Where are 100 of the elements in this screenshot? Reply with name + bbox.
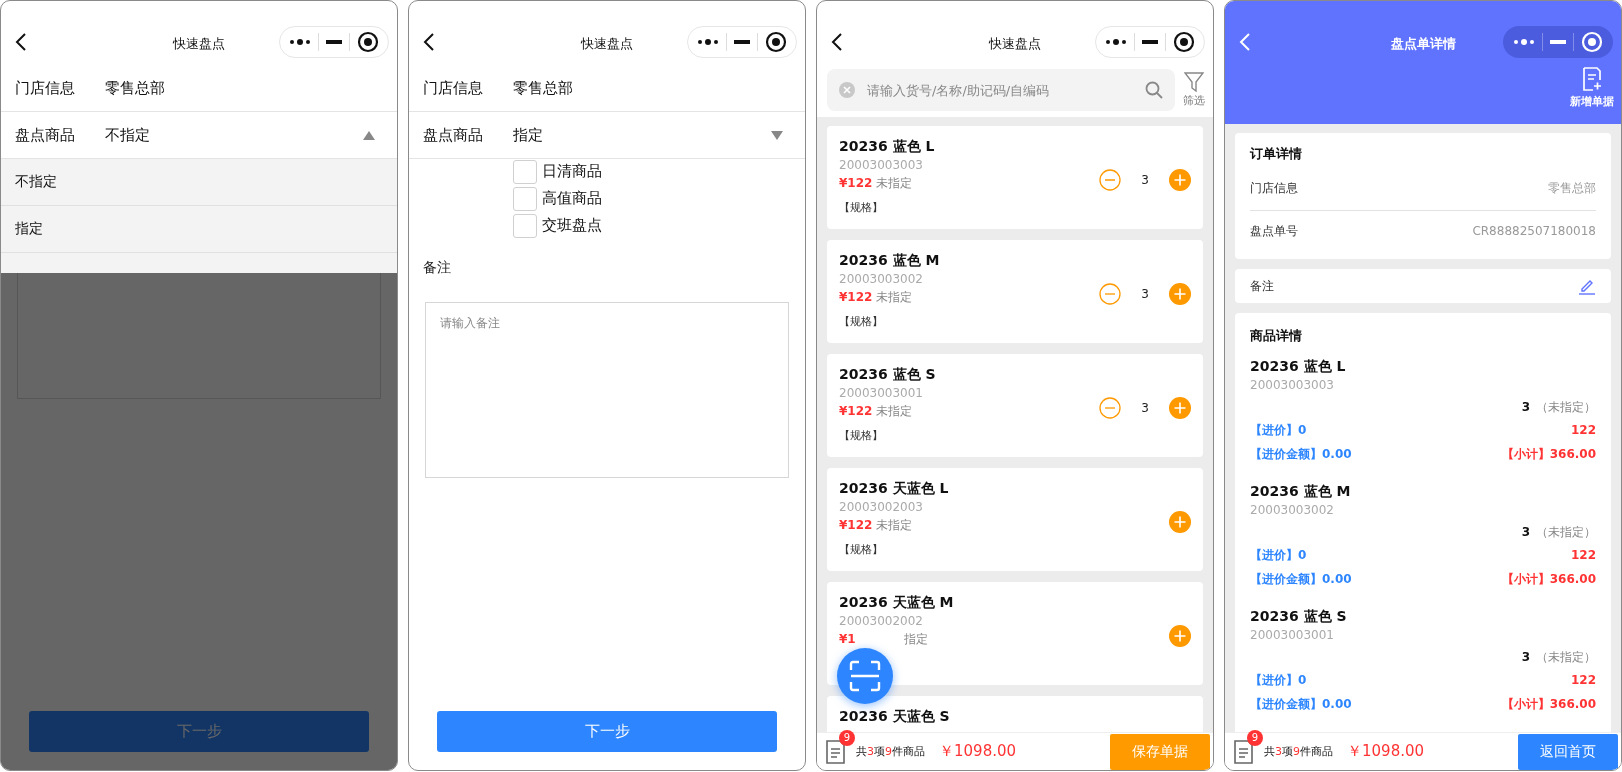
- remark-label: 备注: [1250, 277, 1274, 295]
- more-icon[interactable]: [1105, 38, 1128, 46]
- field-value[interactable]: 指定: [513, 125, 771, 145]
- checkbox[interactable]: [513, 213, 537, 238]
- product-price: ¥122: [839, 289, 873, 306]
- total-amount: ￥1098.00: [1347, 742, 1425, 761]
- product-price: ¥122: [839, 403, 873, 420]
- sale-price: 122: [1570, 547, 1596, 564]
- close-icon[interactable]: [764, 31, 787, 53]
- product-card[interactable]: 20236 蓝色 M 20003003002 ¥122 未指定 【规格】 3: [827, 240, 1203, 343]
- page-title: 盘点单详情: [1390, 35, 1456, 53]
- plus-icon[interactable]: [1169, 168, 1191, 191]
- more-icon[interactable]: [289, 38, 312, 46]
- product-name: 20236 蓝色 S: [1250, 607, 1348, 626]
- product-card[interactable]: 20236 蓝色 L 20003003003 ¥122 未指定 【规格】 3: [827, 126, 1203, 229]
- page-title: 快速盘点: [581, 35, 633, 53]
- sale-price: 122: [1570, 422, 1596, 439]
- checkbox-label: 日清商品: [542, 162, 602, 181]
- close-icon[interactable]: [1172, 31, 1195, 53]
- back-icon[interactable]: [831, 32, 843, 52]
- document-icon[interactable]: [1233, 739, 1253, 764]
- spec-label: 【规格】: [839, 314, 884, 329]
- field-value[interactable]: 不指定: [105, 125, 363, 145]
- cost-price: 【进价】0: [1250, 547, 1307, 564]
- quantity-value: 3: [1521, 525, 1530, 539]
- product-name: 20236 蓝色 M: [1250, 482, 1352, 501]
- field-label: 门店信息: [423, 78, 484, 98]
- info-label: 盘点单号: [1250, 222, 1298, 240]
- summary-text: 共3项9件商品: [1264, 744, 1333, 759]
- section-heading: 订单详情: [1250, 145, 1303, 163]
- minus-icon[interactable]: [1099, 282, 1121, 305]
- quantity-value: 3: [1140, 286, 1150, 301]
- remark-field[interactable]: 请输入备注: [425, 302, 789, 478]
- search-icon[interactable]: [1145, 81, 1163, 99]
- product-name: 20236 蓝色 S: [839, 365, 937, 384]
- product-code: 20003003003: [839, 157, 924, 174]
- checkbox-label: 高值商品: [542, 189, 602, 208]
- product-card[interactable]: 20236 天蓝色 L 20003002003 ¥122 未指定 【规格】: [827, 468, 1203, 571]
- subtotal: 【小计】366.00: [1501, 446, 1596, 463]
- checkbox[interactable]: [513, 186, 537, 211]
- plus-icon[interactable]: [1169, 282, 1191, 305]
- product-code: 20003003002: [1250, 502, 1335, 518]
- quantity-value: 3: [1140, 172, 1150, 187]
- plus-icon[interactable]: [1169, 624, 1191, 647]
- plus-icon[interactable]: [1169, 510, 1191, 533]
- checkbox-label: 交班盘点: [542, 216, 602, 235]
- home-button[interactable]: 返回首页: [1518, 733, 1618, 770]
- summary-text: 共3项9件商品: [856, 744, 925, 759]
- subtotal: 【小计】366.00: [1501, 571, 1596, 588]
- expand-icon[interactable]: [771, 130, 783, 140]
- product-code: 20003002003: [839, 499, 924, 516]
- back-icon[interactable]: [15, 32, 27, 52]
- quantity-value: 3: [1521, 650, 1530, 664]
- product-code: 20003003001: [839, 385, 924, 402]
- remark-label: 备注: [423, 259, 451, 277]
- spec-label: 【规格】: [839, 542, 884, 557]
- page-title: 快速盘点: [173, 35, 225, 53]
- product-status: 未指定: [876, 517, 913, 534]
- collapse-icon[interactable]: [363, 130, 375, 140]
- product-price: ¥122: [839, 517, 873, 534]
- product-name: 20236 天蓝色 L: [839, 479, 950, 498]
- product-status: 未指定: [876, 175, 913, 192]
- more-icon[interactable]: [697, 38, 720, 46]
- document-icon[interactable]: [825, 739, 845, 764]
- plus-icon[interactable]: [1169, 396, 1191, 419]
- search-field[interactable]: 请输入货号/名称/助记码/自编码: [827, 69, 1175, 111]
- product-status: （未指定）: [1536, 650, 1596, 664]
- info-label: 门店信息: [1250, 180, 1298, 197]
- product-code: 20003002002: [839, 613, 924, 630]
- product-status: （未指定）: [1536, 525, 1596, 539]
- product-card[interactable]: 20236 蓝色 S 20003003001 ¥122 未指定 【规格】 3: [827, 354, 1203, 457]
- product-status: 未指定: [876, 289, 913, 306]
- next-button[interactable]: 下一步: [437, 711, 777, 752]
- product-name: 20236 天蓝色 S: [839, 707, 951, 726]
- minus-icon[interactable]: [1099, 168, 1121, 191]
- checkbox[interactable]: [513, 159, 537, 184]
- close-icon[interactable]: [356, 31, 379, 53]
- cost-price: 【进价】0: [1250, 672, 1307, 689]
- back-icon[interactable]: [423, 32, 435, 52]
- add-document-button[interactable]: 新增单据: [1570, 67, 1614, 109]
- subtotal: 【小计】366.00: [1501, 696, 1596, 713]
- product-card[interactable]: 20236 天蓝色 S: [827, 696, 1203, 732]
- section-heading: 商品详情: [1250, 327, 1303, 345]
- cost-price: 【进价】0: [1250, 422, 1307, 439]
- field-label: 盘点商品: [15, 125, 76, 145]
- filter-icon[interactable]: [1184, 72, 1204, 92]
- minus-icon[interactable]: [1099, 396, 1121, 419]
- dropdown-option[interactable]: 指定: [1, 206, 397, 253]
- filter-label[interactable]: 筛选: [1183, 93, 1205, 108]
- field-label: 门店信息: [15, 78, 76, 98]
- info-value: CR88882507180018: [1472, 224, 1596, 238]
- product-name: 20236 蓝色 M: [839, 251, 941, 270]
- dropdown-option[interactable]: 不指定: [1, 159, 397, 206]
- product-status: 指定: [903, 631, 928, 648]
- cost-amount: 【进价金额】0.00: [1250, 446, 1352, 463]
- field-label: 盘点商品: [423, 125, 484, 145]
- product-name: 20236 天蓝色 M: [839, 593, 955, 612]
- field-value: 零售总部: [105, 78, 166, 98]
- product-card[interactable]: 20236 天蓝色 M 20003002002 ¥1 指定: [827, 582, 1203, 685]
- quantity-value: 3: [1521, 400, 1530, 414]
